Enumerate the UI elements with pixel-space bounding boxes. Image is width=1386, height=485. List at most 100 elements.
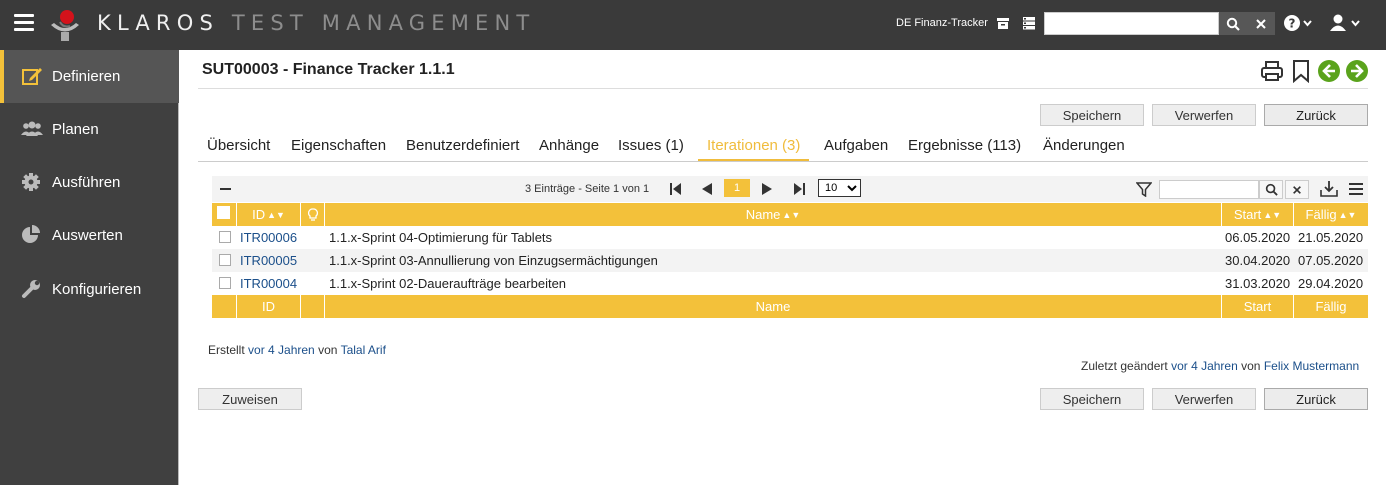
filter-icon[interactable]: [1136, 182, 1152, 197]
footer-cell: [212, 295, 236, 318]
created-info: Erstellt vor 4 Jahren von Talal Arif: [208, 343, 386, 357]
row-checkbox[interactable]: [219, 254, 231, 266]
next-page-icon[interactable]: [760, 182, 774, 196]
last-page-icon[interactable]: [792, 182, 806, 196]
row-select-cell: [212, 249, 236, 272]
current-page-button[interactable]: 1: [724, 179, 750, 197]
users-icon: [21, 121, 43, 136]
iteration-due: 29.04.2020: [1298, 276, 1364, 291]
sidebar-item-ausfuehren[interactable]: Ausführen: [0, 156, 179, 209]
edit-icon: [22, 68, 42, 85]
tab-anhaenge[interactable]: Anhänge: [530, 135, 608, 161]
hamburger-menu-icon[interactable]: [14, 14, 34, 34]
iteration-id-link[interactable]: ITR00004: [240, 272, 297, 295]
previous-page-icon[interactable]: [700, 182, 714, 196]
next-arrow-icon[interactable]: [1345, 59, 1369, 83]
global-search-clear-button[interactable]: [1247, 12, 1275, 35]
save-button-bottom[interactable]: Speichern: [1040, 388, 1144, 410]
sidebar-item-konfigurieren[interactable]: Konfigurieren: [0, 263, 179, 316]
title-divider: [198, 88, 1368, 89]
sidebar-item-auswerten[interactable]: Auswerten: [0, 209, 179, 262]
sidebar: Definieren Planen Ausführen Auswerten Ko…: [0, 50, 179, 485]
column-menu-icon[interactable]: [1349, 183, 1363, 195]
created-by-link[interactable]: Talal Arif: [341, 343, 386, 357]
tab-bar: Übersicht Eigenschaften Benutzerdefinier…: [198, 135, 1368, 162]
iteration-start: 31.03.2020: [1225, 276, 1291, 291]
table-footer-row: ID Name Start Fällig: [212, 295, 1368, 318]
sort-icon: ▲▼: [1338, 210, 1357, 220]
iteration-start: 06.05.2020: [1225, 230, 1291, 245]
column-header-due[interactable]: Fällig ▲▼: [1293, 203, 1368, 226]
discard-button[interactable]: Verwerfen: [1152, 104, 1256, 126]
sidebar-item-definieren[interactable]: Definieren: [0, 50, 179, 103]
iteration-start: 30.04.2020: [1225, 253, 1291, 268]
top-bar: KLAROS TEST MANAGEMENT DE Finanz-Tracker…: [0, 0, 1386, 50]
table-search-input[interactable]: [1159, 180, 1259, 199]
column-header-name[interactable]: Name ▲▼: [324, 203, 1221, 226]
tab-issues[interactable]: Issues (1): [609, 135, 693, 161]
user-dropdown-icon[interactable]: [1330, 14, 1362, 32]
global-search-input[interactable]: [1044, 12, 1219, 35]
table-row[interactable]: ITR00006 1.1.x-Sprint 04-Optimierung für…: [212, 226, 1368, 249]
created-time-link[interactable]: vor 4 Jahren: [248, 343, 315, 357]
assign-button[interactable]: Zuweisen: [198, 388, 302, 410]
table-search-clear-button[interactable]: [1285, 180, 1309, 199]
tab-benutzerdefiniert[interactable]: Benutzerdefiniert: [397, 135, 528, 161]
save-button[interactable]: Speichern: [1040, 104, 1144, 126]
iteration-id-link[interactable]: ITR00005: [240, 249, 297, 272]
table-search-button[interactable]: [1259, 180, 1283, 199]
column-footer-id: ID: [236, 295, 300, 318]
tab-iterationen[interactable]: Iterationen (3): [698, 135, 810, 161]
back-button[interactable]: Zurück: [1264, 104, 1368, 126]
changed-by-link[interactable]: Felix Mustermann: [1264, 359, 1359, 373]
previous-arrow-icon[interactable]: [1317, 59, 1341, 83]
back-button-bottom[interactable]: Zurück: [1264, 388, 1368, 410]
close-icon: [1293, 185, 1301, 194]
server-list-icon[interactable]: [1021, 15, 1037, 31]
sort-icon: ▲▼: [782, 210, 801, 220]
pager-info: 3 Einträge - Seite 1 von 1: [525, 183, 650, 195]
bookmark-icon[interactable]: [1289, 59, 1313, 83]
table-row[interactable]: ITR00004 1.1.x-Sprint 02-Daueraufträge b…: [212, 272, 1368, 295]
tab-aenderungen[interactable]: Änderungen: [1034, 135, 1134, 161]
project-selector[interactable]: DE Finanz-Tracker: [896, 17, 988, 29]
tab-ergebnisse[interactable]: Ergebnisse (113): [899, 135, 1030, 161]
table-row[interactable]: ITR00005 1.1.x-Sprint 03-Annullierung vo…: [212, 249, 1368, 272]
column-footer-start: Start: [1221, 295, 1293, 318]
print-icon[interactable]: [1260, 59, 1284, 83]
changed-info: Zuletzt geändert vor 4 Jahren von Felix …: [1081, 359, 1360, 373]
table-header-row: ID ▲▼ Name ▲▼ Start ▲▼ Fällig ▲▼: [212, 203, 1368, 226]
row-select-cell: [212, 226, 236, 249]
global-search-button[interactable]: [1219, 12, 1247, 35]
row-checkbox[interactable]: [219, 277, 231, 289]
iteration-name: 1.1.x-Sprint 04-Optimierung für Tablets: [329, 230, 553, 245]
search-icon: [1265, 183, 1278, 196]
changed-time-link[interactable]: vor 4 Jahren: [1171, 359, 1238, 373]
iteration-id-link[interactable]: ITR00006: [240, 226, 297, 249]
page-size-select[interactable]: 102550100: [818, 179, 861, 197]
wrench-icon: [22, 280, 40, 298]
collapse-icon[interactable]: [220, 188, 231, 190]
column-header-id[interactable]: ID ▲▼: [236, 203, 300, 226]
iteration-name: 1.1.x-Sprint 03-Annullierung von Einzugs…: [329, 253, 658, 268]
footer-cell: [300, 295, 324, 318]
search-icon: [1226, 17, 1240, 31]
sidebar-item-planen[interactable]: Planen: [0, 103, 179, 156]
row-checkbox[interactable]: [219, 231, 231, 243]
column-header-start[interactable]: Start ▲▼: [1221, 203, 1293, 226]
tab-uebersicht[interactable]: Übersicht: [198, 135, 279, 161]
tab-eigenschaften[interactable]: Eigenschaften: [282, 135, 395, 161]
select-all-checkbox[interactable]: [217, 206, 230, 219]
first-page-icon[interactable]: [669, 182, 683, 196]
app-logo-text: KLAROS TEST MANAGEMENT: [97, 11, 536, 35]
discard-button-bottom[interactable]: Verwerfen: [1152, 388, 1256, 410]
column-header-hint: [300, 203, 324, 226]
iteration-name: 1.1.x-Sprint 02-Daueraufträge bearbeiten: [329, 276, 567, 291]
column-footer-due: Fällig: [1293, 295, 1368, 318]
help-dropdown-icon[interactable]: ?: [1283, 14, 1313, 32]
export-download-icon[interactable]: [1320, 180, 1338, 198]
archive-icon[interactable]: [995, 15, 1011, 31]
iteration-due: 07.05.2020: [1298, 253, 1364, 268]
column-footer-name: Name: [324, 295, 1221, 318]
tab-aufgaben[interactable]: Aufgaben: [815, 135, 897, 161]
